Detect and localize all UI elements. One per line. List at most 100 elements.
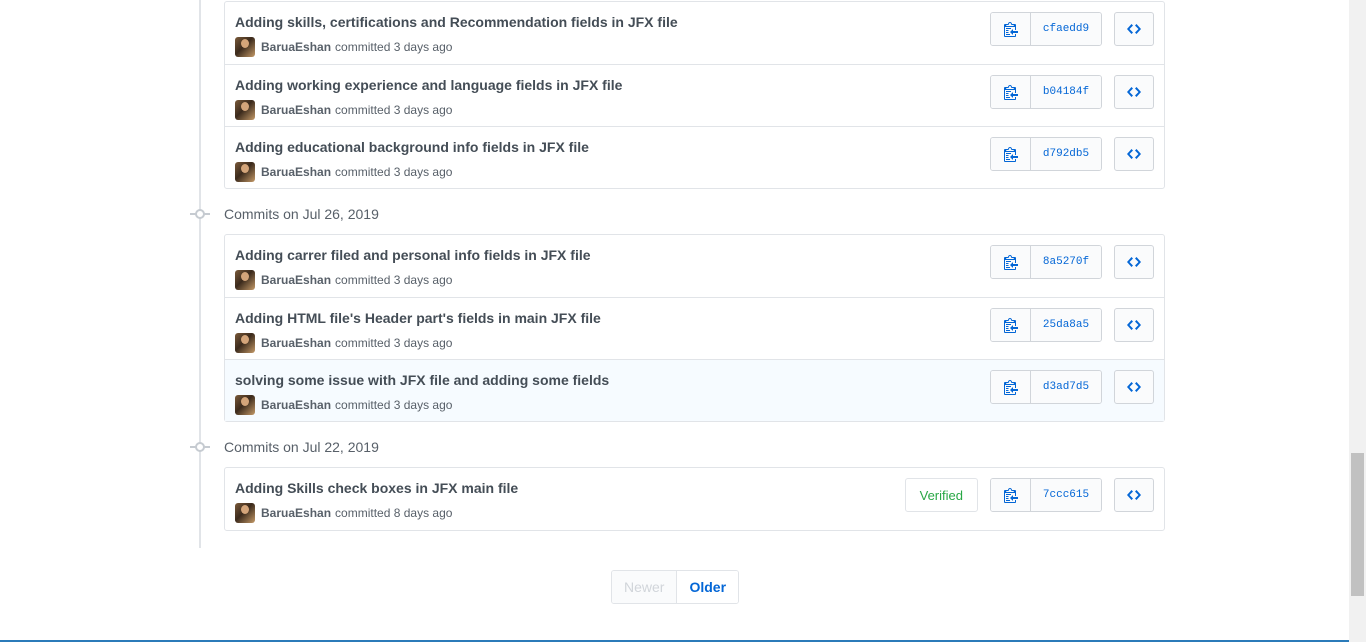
commit-row: Adding HTML file's Header part's fields … (225, 297, 1164, 359)
author-link[interactable]: BaruaEshan (261, 273, 331, 287)
commit-actions: Verified 7ccc615 (904, 478, 1154, 512)
commit-list: Adding carrer filed and personal info fi… (224, 234, 1165, 422)
author-link[interactable]: BaruaEshan (261, 40, 331, 54)
commit-row: Adding carrer filed and personal info fi… (225, 235, 1164, 297)
sha-button-group: 8a5270f (990, 245, 1102, 279)
avatar[interactable] (235, 270, 255, 290)
browse-repo-button[interactable] (1114, 12, 1154, 46)
clipboard-icon (1003, 85, 1018, 100)
author-link[interactable]: BaruaEshan (261, 506, 331, 520)
commit-sha-link[interactable]: cfaedd9 (1031, 13, 1101, 45)
commit-meta: BaruaEshan committed 3 days ago (235, 37, 452, 57)
commit-meta: BaruaEshan committed 3 days ago (235, 100, 452, 120)
commit-sha-link[interactable]: 25da8a5 (1031, 309, 1101, 341)
clipboard-icon (1003, 147, 1018, 162)
commit-time: committed 3 days ago (335, 165, 453, 179)
commit-meta: BaruaEshan committed 3 days ago (235, 270, 452, 290)
commit-time: committed 3 days ago (335, 398, 453, 412)
commit-row: Adding skills, certifications and Recomm… (225, 2, 1164, 64)
commit-title-link[interactable]: Adding HTML file's Header part's fields … (235, 310, 601, 326)
code-icon (1127, 257, 1141, 267)
commit-title-link[interactable]: Adding carrer filed and personal info fi… (235, 247, 591, 263)
author-link[interactable]: BaruaEshan (261, 165, 331, 179)
copy-sha-button[interactable] (991, 309, 1031, 341)
commit-time: committed 3 days ago (335, 40, 453, 54)
commit-sha-link[interactable]: 7ccc615 (1031, 479, 1101, 511)
commit-meta: BaruaEshan committed 8 days ago (235, 503, 452, 523)
copy-sha-button[interactable] (991, 13, 1031, 45)
commit-title-link[interactable]: Adding Skills check boxes in JFX main fi… (235, 480, 518, 496)
copy-sha-button[interactable] (991, 138, 1031, 170)
vertical-scrollbar[interactable] (1349, 0, 1366, 642)
avatar[interactable] (235, 100, 255, 120)
commit-meta: BaruaEshan committed 3 days ago (235, 395, 452, 415)
commit-sha-link[interactable]: d792db5 (1031, 138, 1101, 170)
sha-button-group: 7ccc615 (990, 478, 1102, 512)
commit-row: Adding Skills check boxes in JFX main fi… (225, 468, 1164, 530)
commit-list: Adding skills, certifications and Recomm… (224, 1, 1165, 189)
commit-sha-link[interactable]: b04184f (1031, 76, 1101, 108)
author-link[interactable]: BaruaEshan (261, 103, 331, 117)
commit-title-link[interactable]: Adding working experience and language f… (235, 77, 622, 93)
browse-repo-button[interactable] (1114, 245, 1154, 279)
commit-dot-icon (190, 204, 210, 224)
commit-row: Adding working experience and language f… (225, 64, 1164, 126)
commit-actions: d3ad7d5 (990, 370, 1154, 404)
commit-time: committed 3 days ago (335, 103, 453, 117)
author-link[interactable]: BaruaEshan (261, 398, 331, 412)
clipboard-icon (1003, 488, 1018, 503)
browse-repo-button[interactable] (1114, 478, 1154, 512)
clipboard-icon (1003, 255, 1018, 270)
timeline-line (199, 0, 201, 548)
code-icon (1127, 149, 1141, 159)
avatar[interactable] (235, 395, 255, 415)
commit-time: committed 8 days ago (335, 506, 453, 520)
commit-row: solving some issue with JFX file and add… (225, 359, 1164, 421)
code-icon (1127, 490, 1141, 500)
sha-button-group: d3ad7d5 (990, 370, 1102, 404)
copy-sha-button[interactable] (991, 479, 1031, 511)
sha-button-group: b04184f (990, 75, 1102, 109)
commit-actions: cfaedd9 (990, 12, 1154, 46)
sha-button-group: cfaedd9 (990, 12, 1102, 46)
commit-row: Adding educational background info field… (225, 126, 1164, 188)
avatar[interactable] (235, 503, 255, 523)
copy-sha-button[interactable] (991, 371, 1031, 403)
browse-repo-button[interactable] (1114, 370, 1154, 404)
browse-repo-button[interactable] (1114, 137, 1154, 171)
commit-group-header: Commits on Jul 26, 2019 (190, 204, 379, 224)
older-button[interactable]: Older (677, 571, 739, 603)
avatar[interactable] (235, 37, 255, 57)
browse-repo-button[interactable] (1114, 75, 1154, 109)
code-icon (1127, 382, 1141, 392)
commit-sha-link[interactable]: d3ad7d5 (1031, 371, 1101, 403)
commit-meta: BaruaEshan committed 3 days ago (235, 162, 452, 182)
scrollbar-thumb[interactable] (1351, 453, 1364, 596)
browse-repo-button[interactable] (1114, 308, 1154, 342)
code-icon (1127, 320, 1141, 330)
commit-time: committed 3 days ago (335, 336, 453, 350)
commit-title-link[interactable]: Adding educational background info field… (235, 139, 589, 155)
verified-badge[interactable]: Verified (904, 478, 978, 512)
commit-actions: d792db5 (990, 137, 1154, 171)
commit-list: Adding Skills check boxes in JFX main fi… (224, 467, 1165, 531)
sha-button-group: 25da8a5 (990, 308, 1102, 342)
clipboard-icon (1003, 22, 1018, 37)
commit-sha-link[interactable]: 8a5270f (1031, 246, 1101, 278)
commit-actions: 8a5270f (990, 245, 1154, 279)
commit-title-link[interactable]: Adding skills, certifications and Recomm… (235, 14, 678, 30)
commit-actions: b04184f (990, 75, 1154, 109)
commits-page: Adding skills, certifications and Recomm… (0, 0, 1366, 642)
commit-group-header: Commits on Jul 22, 2019 (190, 437, 379, 457)
code-icon (1127, 87, 1141, 97)
commit-group-date: Commits on Jul 26, 2019 (224, 206, 379, 222)
avatar[interactable] (235, 333, 255, 353)
avatar[interactable] (235, 162, 255, 182)
copy-sha-button[interactable] (991, 246, 1031, 278)
commit-time: committed 3 days ago (335, 273, 453, 287)
author-link[interactable]: BaruaEshan (261, 336, 331, 350)
sha-button-group: d792db5 (990, 137, 1102, 171)
copy-sha-button[interactable] (991, 76, 1031, 108)
clipboard-icon (1003, 318, 1018, 333)
commit-title-link[interactable]: solving some issue with JFX file and add… (235, 372, 609, 388)
